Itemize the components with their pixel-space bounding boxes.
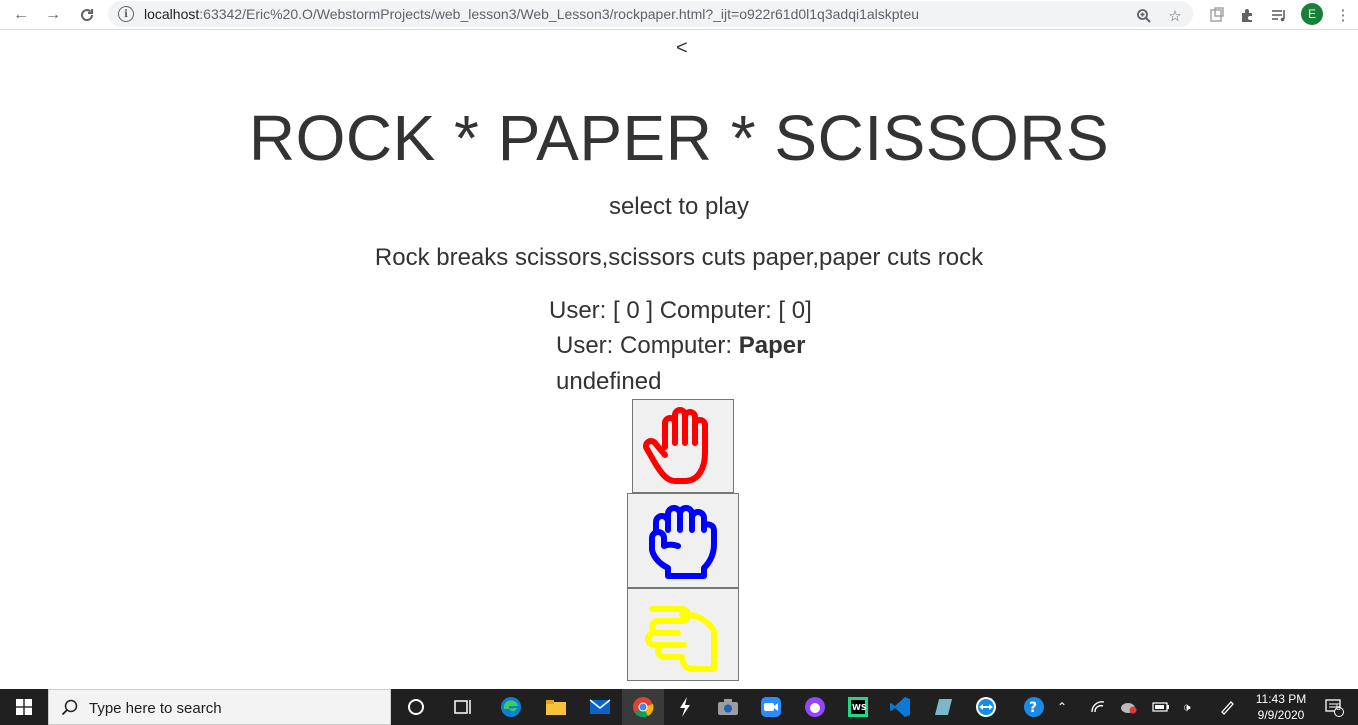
- app-cat-icon[interactable]: [794, 689, 836, 725]
- rock-button[interactable]: [627, 493, 739, 588]
- score-display: User: [ 0 ] Computer: [ 0]: [549, 297, 812, 324]
- search-icon: [61, 699, 79, 722]
- scissors-button[interactable]: [627, 588, 739, 681]
- network-icon[interactable]: [1090, 689, 1106, 725]
- notification-center-icon[interactable]: 5: [1324, 689, 1344, 725]
- page-content: < ROCK * PAPER * SCISSORS select to play…: [0, 31, 1358, 689]
- task-view-icon[interactable]: [442, 689, 484, 725]
- taskbar-search-box[interactable]: Type here to search: [48, 689, 391, 725]
- mail-icon[interactable]: [579, 689, 621, 725]
- choice-display: User: Computer: Paper: [556, 332, 805, 360]
- profile-avatar[interactable]: E: [1301, 3, 1323, 25]
- open-hand-icon: [643, 407, 708, 484]
- camera-icon[interactable]: [707, 689, 749, 725]
- page-title: ROCK * PAPER * SCISSORS: [248, 102, 1110, 174]
- cast-icon[interactable]: [1206, 4, 1228, 26]
- search-placeholder: Type here to search: [89, 700, 222, 717]
- clock-date: 9/9/2020: [1257, 708, 1305, 722]
- system-clock[interactable]: 11:43 PM 9/9/2020: [1250, 691, 1312, 723]
- back-arrow-icon[interactable]: ←: [10, 4, 32, 26]
- edge-browser-icon[interactable]: [490, 689, 532, 725]
- menu-kebab-icon[interactable]: ⋮: [1332, 4, 1354, 26]
- rules-text: Rock breaks scissors,scissors cuts paper…: [374, 244, 984, 271]
- fist-icon: [649, 504, 717, 579]
- vpn-status-icon[interactable]: [1120, 689, 1138, 725]
- tray-chevron-icon[interactable]: ⌃: [1057, 689, 1067, 725]
- app-notepad-icon[interactable]: [922, 689, 964, 725]
- reload-icon[interactable]: [76, 4, 98, 26]
- pen-icon[interactable]: [1219, 689, 1235, 725]
- taskbar: Type here to search WS ? ⌃ 🕩 11:43 PM 9/…: [0, 689, 1358, 725]
- victory-hand-icon: [645, 605, 717, 672]
- subtitle: select to play: [608, 193, 750, 220]
- clock-time: 11:43 PM: [1255, 692, 1307, 706]
- windows-start-icon[interactable]: [0, 689, 48, 725]
- computer-choice: Paper: [738, 332, 806, 359]
- webstorm-icon[interactable]: WS: [837, 689, 879, 725]
- zoom-icon[interactable]: [1133, 5, 1155, 27]
- battery-icon[interactable]: [1152, 689, 1170, 725]
- zoom-app-icon[interactable]: [750, 689, 792, 725]
- choice-prefix: User: Computer:: [556, 332, 739, 359]
- chrome-icon[interactable]: [622, 689, 664, 725]
- browser-toolbar: ← → i localhost:63342/Eric%20.O/Webstorm…: [0, 0, 1358, 30]
- media-queue-icon[interactable]: [1268, 4, 1290, 26]
- app-bolt-icon[interactable]: [664, 689, 706, 725]
- paper-button[interactable]: [632, 399, 734, 493]
- volume-icon[interactable]: 🕩: [1183, 689, 1191, 725]
- site-info-icon[interactable]: i: [118, 6, 134, 22]
- svg-text:WS: WS: [852, 703, 867, 712]
- address-bar[interactable]: i localhost:63342/Eric%20.O/WebstormProj…: [108, 1, 1193, 27]
- back-link[interactable]: <: [676, 37, 688, 60]
- forward-arrow-icon[interactable]: →: [42, 4, 64, 26]
- extensions-puzzle-icon[interactable]: [1236, 4, 1258, 26]
- vscode-icon[interactable]: [879, 689, 921, 725]
- url-text[interactable]: localhost:63342/Eric%20.O/WebstormProjec…: [144, 6, 919, 22]
- svg-text:?: ?: [1029, 700, 1037, 716]
- bookmark-star-icon[interactable]: ☆: [1164, 5, 1186, 27]
- cortana-icon[interactable]: [395, 689, 437, 725]
- teamviewer-icon[interactable]: [965, 689, 1007, 725]
- result-text: undefined: [556, 368, 662, 395]
- help-icon[interactable]: ?: [1013, 689, 1055, 725]
- notification-count: 5: [1336, 702, 1342, 712]
- file-explorer-icon[interactable]: [535, 689, 577, 725]
